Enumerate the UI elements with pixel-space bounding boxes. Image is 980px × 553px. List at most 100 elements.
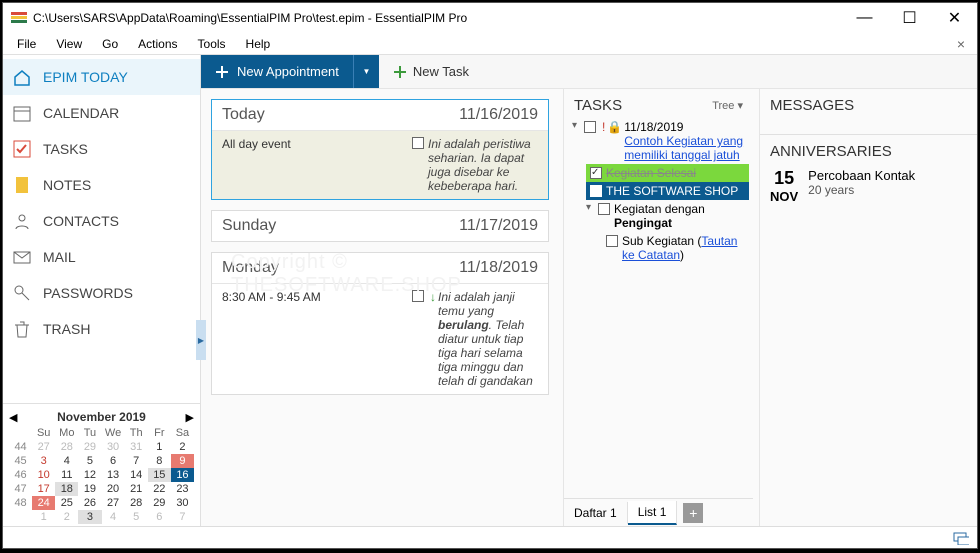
cal-day[interactable]: 1: [32, 510, 55, 524]
cal-day[interactable]: 17: [32, 482, 55, 496]
cal-day[interactable]: 20: [102, 482, 125, 496]
cal-day[interactable]: 23: [171, 482, 194, 496]
appointment-row[interactable]: All day eventIni adalah peristiwa sehari…: [212, 130, 548, 199]
sidebar-item-key[interactable]: PASSWORDS: [3, 275, 200, 311]
cal-day[interactable]: 4: [55, 454, 78, 468]
task-link[interactable]: Contoh Kegiatan yang memiliki tanggal ja…: [624, 134, 743, 162]
cal-day[interactable]: 1: [148, 440, 171, 454]
cal-day[interactable]: 21: [125, 482, 148, 496]
cal-day[interactable]: 27: [32, 440, 55, 454]
add-tab-button[interactable]: +: [683, 503, 703, 523]
task-root[interactable]: ▾ ! 🔒 11/18/2019Contoh Kegiatan yang mem…: [572, 118, 749, 164]
cal-day[interactable]: 7: [171, 510, 194, 524]
calendar-icon: [11, 102, 33, 124]
cal-day[interactable]: 6: [102, 454, 125, 468]
cal-day[interactable]: 27: [102, 496, 125, 510]
anniversary-item[interactable]: 15 NOV Percobaan Kontak 20 years: [770, 168, 967, 204]
menu-view[interactable]: View: [46, 34, 92, 54]
sidebar-item-calendar[interactable]: CALENDAR: [3, 95, 200, 131]
cal-day[interactable]: 3: [78, 510, 101, 524]
cal-day[interactable]: 3: [32, 454, 55, 468]
cal-day[interactable]: 7: [125, 454, 148, 468]
minimize-button[interactable]: —: [842, 3, 887, 33]
new-appointment-button[interactable]: New Appointment: [201, 55, 353, 88]
task-checkbox[interactable]: [584, 121, 596, 133]
cal-day[interactable]: 26: [78, 496, 101, 510]
menu-tools[interactable]: Tools: [188, 34, 236, 54]
menu-go[interactable]: Go: [92, 34, 128, 54]
appt-checkbox[interactable]: [412, 290, 424, 302]
cal-prev-icon[interactable]: ◀: [9, 411, 17, 424]
cal-day[interactable]: 24: [32, 496, 55, 510]
cal-day[interactable]: 25: [55, 496, 78, 510]
app-window: C:\Users\SARS\AppData\Roaming\EssentialP…: [2, 2, 978, 549]
cal-day[interactable]: 18: [55, 482, 78, 496]
cal-next-icon[interactable]: ▶: [186, 411, 194, 424]
cal-day[interactable]: 2: [55, 510, 78, 524]
cal-day[interactable]: 31: [125, 440, 148, 454]
sidebar-item-contact[interactable]: CONTACTS: [3, 203, 200, 239]
day-date: 11/17/2019: [459, 217, 538, 235]
sidebar-item-note[interactable]: NOTES: [3, 167, 200, 203]
sync-icon[interactable]: [953, 531, 969, 545]
task-checkbox[interactable]: [606, 235, 618, 247]
collapse-icon[interactable]: ▾: [572, 120, 584, 131]
appt-checkbox[interactable]: [412, 137, 424, 149]
cal-day[interactable]: 13: [102, 468, 125, 482]
priority-icon: !: [602, 120, 605, 134]
task-checkbox[interactable]: [590, 185, 602, 197]
cal-day[interactable]: 30: [171, 496, 194, 510]
maximize-button[interactable]: ☐: [887, 3, 932, 33]
appointment-row[interactable]: 8:30 AM - 9:45 AM↓Ini adalah janji temu …: [212, 283, 548, 394]
cal-day[interactable]: 10: [32, 468, 55, 482]
mini-calendar[interactable]: ◀ November 2019 ▶ SuMoTuWeThFrSa44272829…: [3, 403, 200, 526]
cal-day[interactable]: 29: [78, 440, 101, 454]
cal-day[interactable]: 9: [171, 454, 194, 468]
cal-day[interactable]: 29: [148, 496, 171, 510]
cal-day[interactable]: 16: [171, 468, 194, 482]
sidebar-item-trash[interactable]: TRASH: [3, 311, 200, 347]
cal-day[interactable]: 19: [78, 482, 101, 496]
collapse-icon[interactable]: ▾: [586, 202, 598, 213]
task-selected[interactable]: THE SOFTWARE SHOP: [586, 182, 749, 200]
cal-day[interactable]: 6: [148, 510, 171, 524]
cal-day[interactable]: 14: [125, 468, 148, 482]
close-button[interactable]: ✕: [932, 3, 977, 33]
menu-help[interactable]: Help: [236, 34, 281, 54]
cal-day[interactable]: 28: [125, 496, 148, 510]
day-date: 11/16/2019: [459, 106, 538, 124]
cal-day[interactable]: 11: [55, 468, 78, 482]
task-checkbox[interactable]: [590, 167, 602, 179]
sidebar-item-home[interactable]: EPIM TODAY: [3, 59, 200, 95]
app-icon: [11, 10, 27, 26]
task-sub[interactable]: Sub Kegiatan (Tautan ke Catatan): [606, 232, 749, 264]
menu-actions[interactable]: Actions: [128, 34, 187, 54]
new-task-button[interactable]: New Task: [379, 55, 483, 88]
task-reminder[interactable]: ▾ Kegiatan dengan Pengingat: [586, 200, 749, 232]
cal-day[interactable]: 5: [78, 454, 101, 468]
day-name: Monday: [222, 259, 279, 277]
day-block: Sunday11/17/2019: [211, 210, 549, 242]
sidebar-item-mail[interactable]: MAIL: [3, 239, 200, 275]
anniv-day: 15: [770, 168, 798, 189]
sidebar-item-check[interactable]: TASKS: [3, 131, 200, 167]
cal-day[interactable]: 30: [102, 440, 125, 454]
plus-icon: [215, 65, 229, 79]
cal-day[interactable]: 28: [55, 440, 78, 454]
cal-day[interactable]: 15: [148, 468, 171, 482]
new-appointment-dropdown[interactable]: ▼: [353, 55, 379, 88]
cal-day[interactable]: 5: [125, 510, 148, 524]
cal-day[interactable]: 22: [148, 482, 171, 496]
task-done[interactable]: Kegiatan Selesai: [586, 164, 749, 182]
cal-day[interactable]: 12: [78, 468, 101, 482]
cal-day[interactable]: 8: [148, 454, 171, 468]
task-checkbox[interactable]: [598, 203, 610, 215]
tasks-column: TASKS Tree ▾ ▾ ! 🔒 11/18/2019Contoh Kegi…: [563, 89, 753, 526]
cal-day[interactable]: 4: [102, 510, 125, 524]
menu-file[interactable]: File: [7, 34, 46, 54]
tasks-mode-dropdown[interactable]: Tree ▾: [712, 99, 743, 112]
tasks-tab[interactable]: List 1: [628, 501, 678, 525]
menu-close-icon[interactable]: ×: [949, 36, 973, 52]
cal-day[interactable]: 2: [171, 440, 194, 454]
tasks-tab[interactable]: Daftar 1: [564, 502, 628, 524]
